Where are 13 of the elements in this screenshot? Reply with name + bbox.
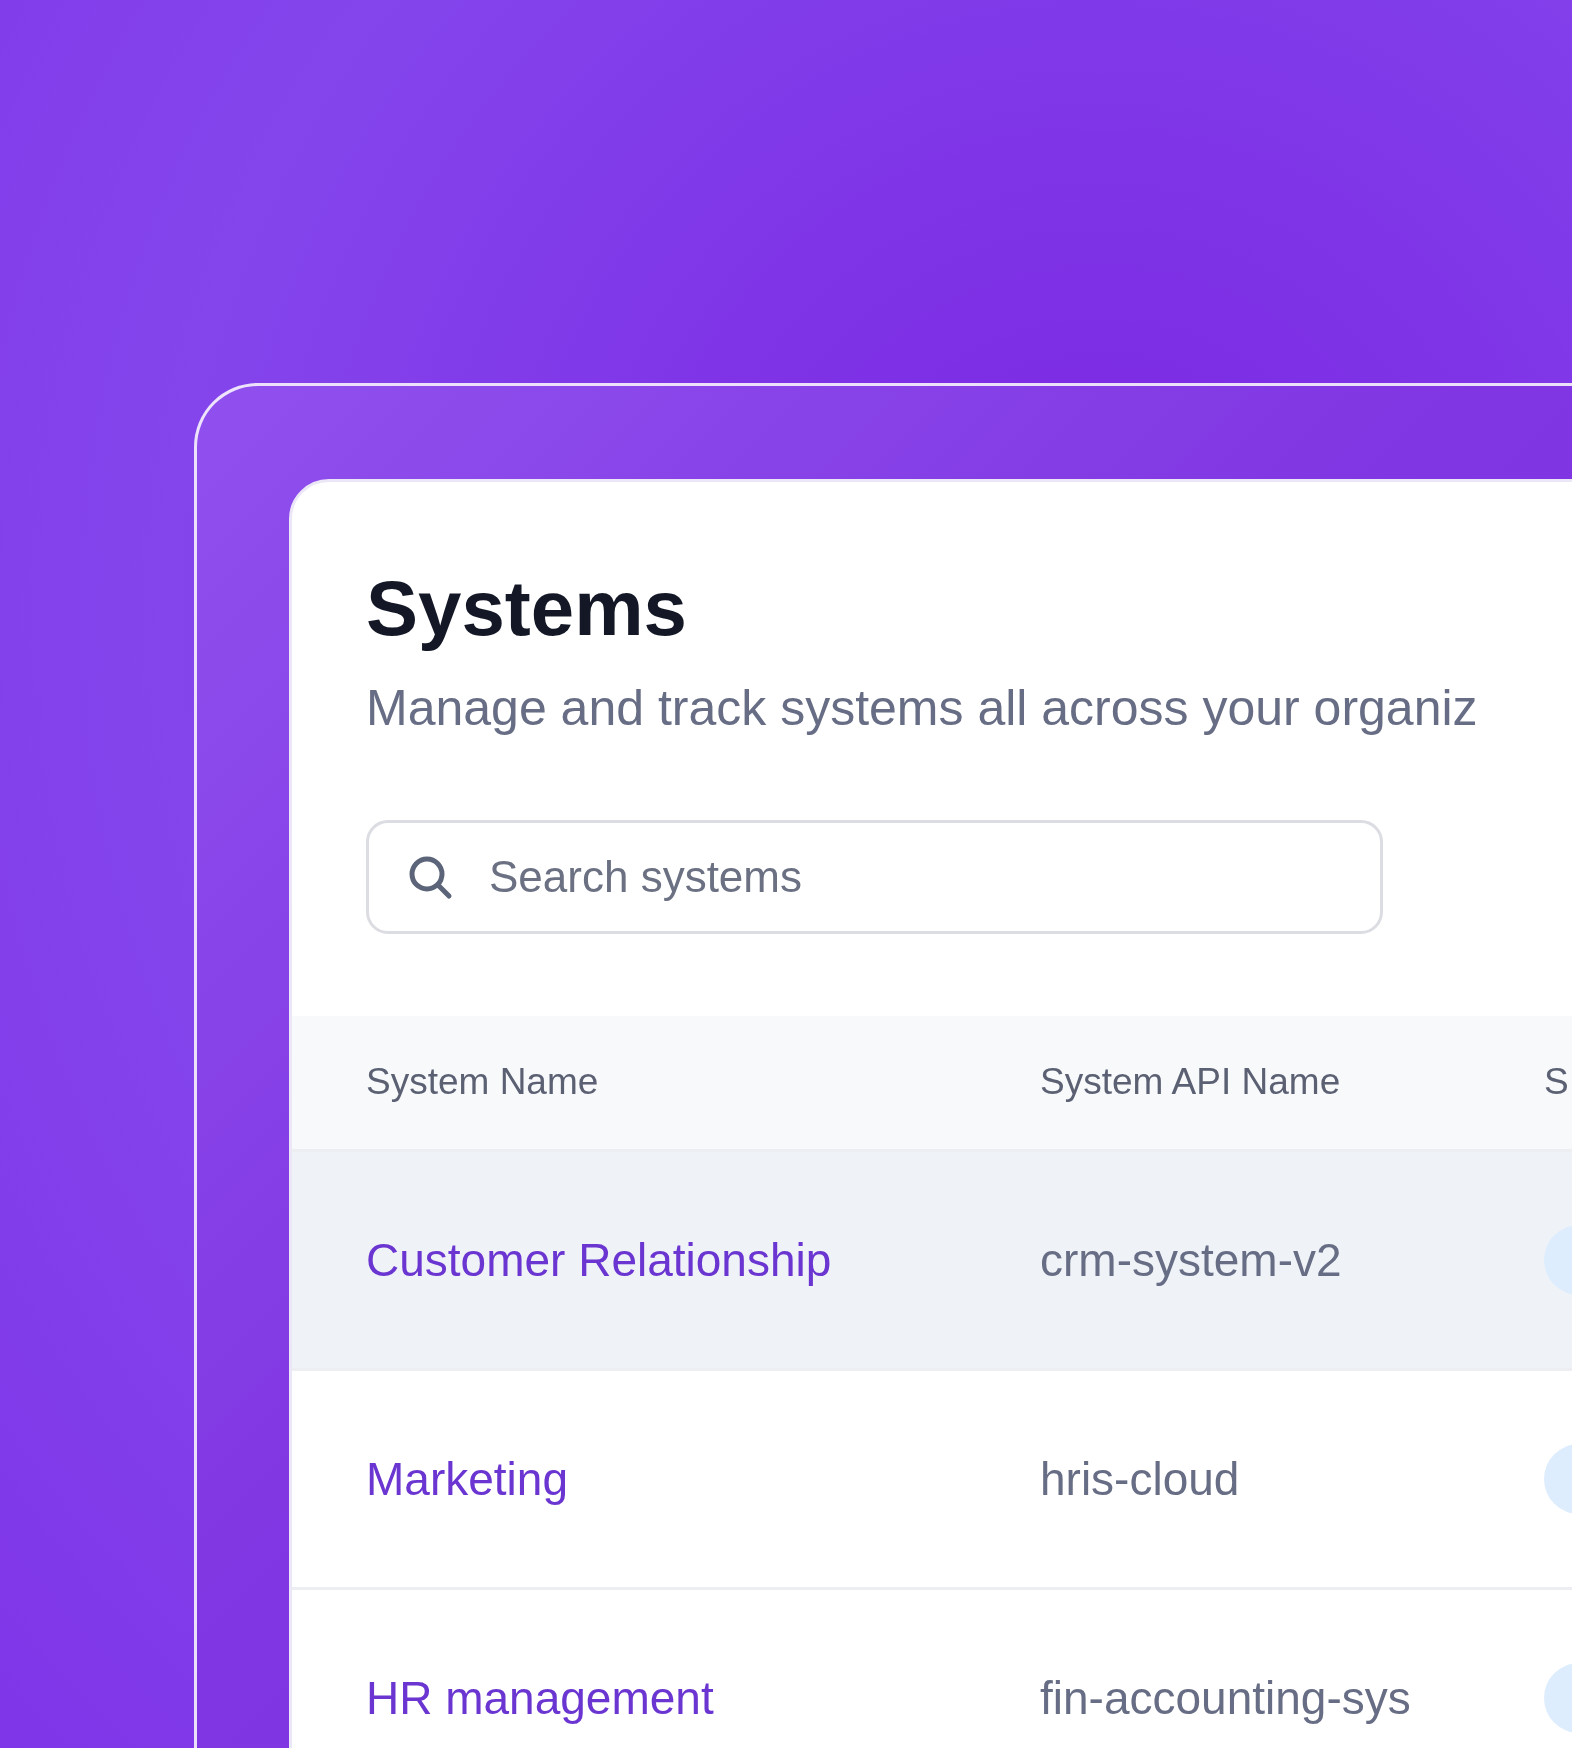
search-field[interactable]: Search systems bbox=[366, 819, 1383, 934]
system-link[interactable]: HR management bbox=[366, 1670, 1040, 1725]
system-link[interactable]: Customer Relationship bbox=[366, 1232, 1040, 1287]
page-subtitle: Manage and track systems all across your organiz bbox=[366, 678, 1479, 738]
table-cell-text: crm-system-v2 bbox=[1040, 1232, 1343, 1287]
table-cell-text: hris-cloud bbox=[1040, 1451, 1241, 1506]
column-header: S bbox=[1544, 1061, 1569, 1104]
page-title: Systems bbox=[366, 563, 688, 654]
column-header: System API Name bbox=[1040, 1061, 1342, 1104]
table-cell-text: fin-accounting-sys bbox=[1040, 1670, 1412, 1725]
table-row[interactable]: Customer Relationship crm-system-v2 bbox=[292, 1151, 1572, 1371]
system-link[interactable]: Marketing bbox=[366, 1451, 1040, 1506]
column-header: System Name bbox=[366, 1061, 600, 1104]
